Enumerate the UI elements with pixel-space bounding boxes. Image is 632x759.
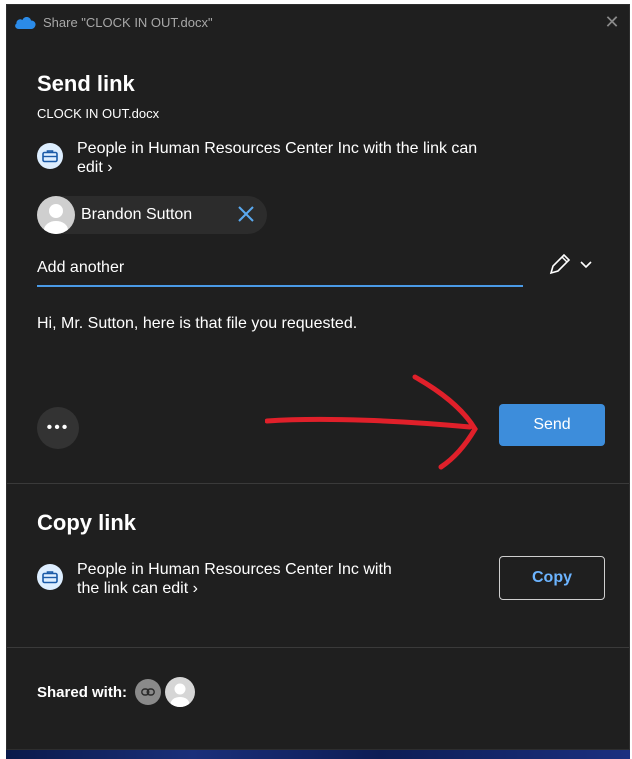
- copy-link-permission[interactable]: People in Human Resources Center Inc wit…: [37, 560, 392, 598]
- desktop-taskbar-strip: [6, 750, 630, 759]
- copy-permission-line2: the link can edit ›: [77, 580, 198, 597]
- section-divider: [7, 483, 629, 484]
- window-title: Share "CLOCK IN OUT.docx": [43, 14, 213, 30]
- person-icon[interactable]: [165, 677, 196, 707]
- copy-link-heading: Copy link: [37, 510, 137, 535]
- shared-with-label: Shared with:: [37, 683, 128, 701]
- shared-with: Shared with:: [37, 677, 196, 707]
- add-recipient-input[interactable]: Add another: [37, 251, 523, 287]
- more-icon[interactable]: •••: [37, 407, 79, 449]
- chevron-down-icon: [580, 261, 592, 269]
- send-link-permission[interactable]: People in Human Resources Center Inc wit…: [37, 139, 477, 177]
- send-button[interactable]: Send: [499, 404, 605, 446]
- recipient-name: Brandon Sutton: [81, 206, 193, 223]
- remove-icon[interactable]: [235, 203, 257, 225]
- recipient-chip: Brandon Sutton: [37, 196, 267, 234]
- section-divider: [7, 647, 629, 648]
- send-link-heading: Send link: [37, 71, 135, 96]
- send-permission-line2: edit ›: [77, 159, 113, 176]
- share-dialog: Share "CLOCK IN OUT.docx" ✕ Send link CL…: [6, 4, 630, 750]
- send-permission-line1: People in Human Resources Center Inc wit…: [77, 140, 478, 157]
- person-icon: [37, 196, 75, 234]
- annotation-arrow: [265, 374, 478, 470]
- link-icon[interactable]: [135, 679, 162, 705]
- title-bar: Share "CLOCK IN OUT.docx" ✕: [7, 5, 629, 39]
- onedrive-cloud-icon: [15, 17, 36, 29]
- file-name: CLOCK IN OUT.docx: [37, 106, 160, 121]
- briefcase-icon: [37, 143, 63, 169]
- copy-permission-line1: People in Human Resources Center Inc wit…: [77, 561, 392, 578]
- message-text[interactable]: Hi, Mr. Sutton, here is that file you re…: [37, 315, 357, 333]
- close-icon[interactable]: ✕: [601, 11, 623, 33]
- briefcase-icon: [37, 564, 63, 590]
- pencil-icon[interactable]: [547, 251, 595, 277]
- copy-button[interactable]: Copy: [499, 556, 605, 600]
